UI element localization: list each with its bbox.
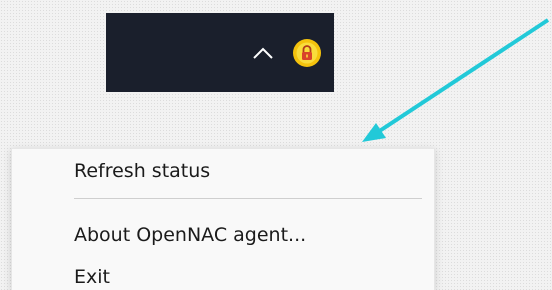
- chevron-up-icon[interactable]: [250, 40, 276, 66]
- opennac-agent-tray-icon[interactable]: [292, 38, 322, 68]
- menu-separator: [74, 198, 422, 199]
- menu-item-refresh-status[interactable]: Refresh status: [74, 159, 210, 183]
- menu-item-exit[interactable]: Exit: [74, 265, 110, 289]
- context-menu: Refresh status About OpenNAC agent... Ex…: [11, 148, 435, 290]
- menu-item-about[interactable]: About OpenNAC agent...: [74, 223, 306, 247]
